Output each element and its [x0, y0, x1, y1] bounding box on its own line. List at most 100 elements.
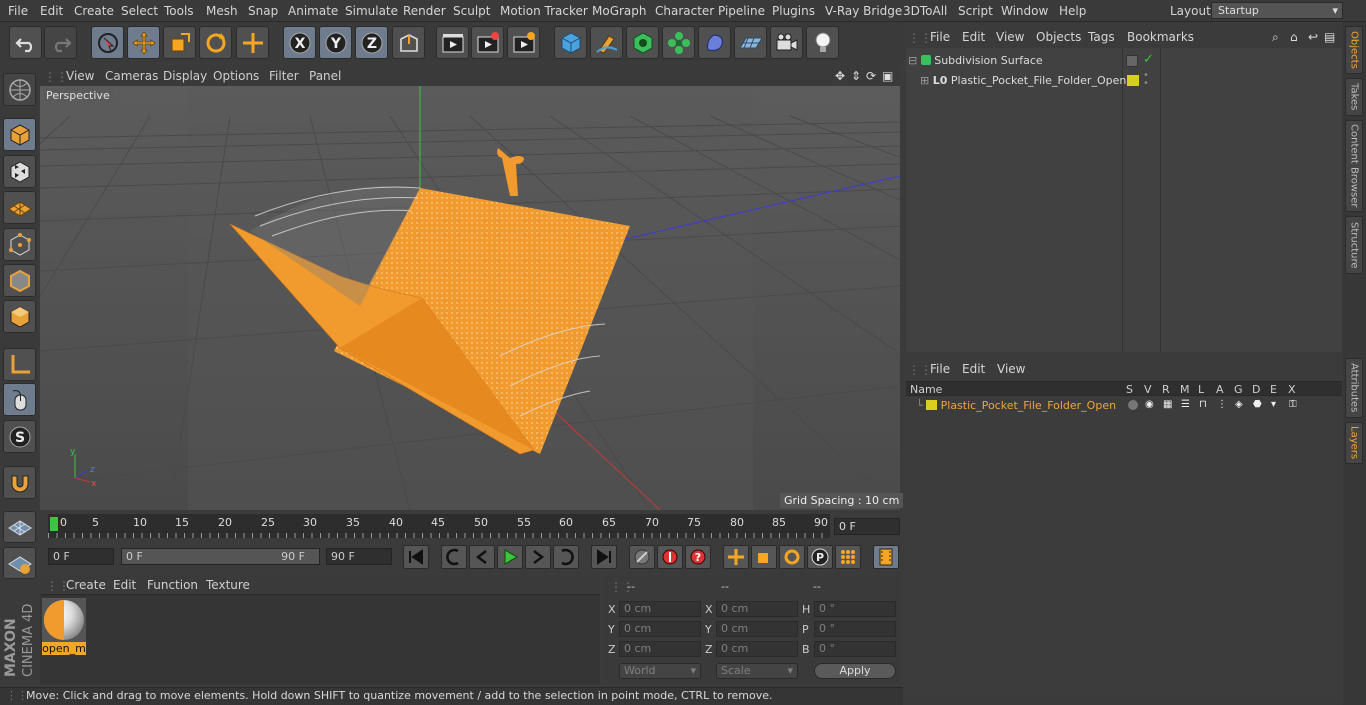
menu-file[interactable]: File — [8, 4, 28, 18]
next-frame-button[interactable] — [525, 545, 551, 569]
light-button[interactable] — [806, 26, 839, 59]
position-y-field[interactable]: 0 cm — [619, 621, 701, 637]
object-menu-file[interactable]: File — [930, 30, 950, 44]
polygons-mode-button[interactable] — [3, 300, 36, 333]
viewport-zoom-icon[interactable]: ⇕ — [851, 69, 861, 83]
x-axis-button[interactable]: X — [283, 26, 316, 59]
workplane-lock-button[interactable] — [3, 547, 36, 579]
layer-row[interactable]: └ Plastic_Pocket_File_Folder_Open — [916, 399, 1116, 413]
axis-mode-button[interactable] — [3, 348, 36, 381]
render-settings-button[interactable] — [507, 26, 540, 59]
key-position-button[interactable] — [723, 545, 749, 569]
key-pla-button[interactable] — [835, 545, 861, 569]
viewport-move-icon[interactable]: ✥ — [835, 69, 845, 83]
viewport-maximize-icon[interactable]: ▣ — [882, 69, 893, 83]
previous-key-button[interactable] — [441, 545, 467, 569]
viewport-menu-display[interactable]: Display — [163, 69, 207, 83]
tab-takes[interactable]: Takes — [1345, 78, 1363, 116]
object-menu-objects[interactable]: Objects — [1036, 30, 1081, 44]
make-editable-button[interactable] — [3, 73, 36, 106]
layer-col-expressions[interactable]: E — [1270, 383, 1277, 396]
solo-button[interactable]: S — [3, 420, 36, 453]
undo-button[interactable] — [9, 26, 42, 59]
tree-expand-icon[interactable]: ⊟ — [908, 54, 917, 67]
apply-button[interactable]: Apply — [814, 663, 896, 679]
tweak-button[interactable] — [3, 383, 36, 416]
layer-color-swatch[interactable] — [926, 400, 938, 410]
next-key-button[interactable] — [553, 545, 579, 569]
layer-col-render[interactable]: R — [1162, 383, 1170, 396]
go-to-end-button[interactable] — [591, 545, 617, 569]
cube-button[interactable] — [554, 26, 587, 59]
menu-vray-bridge[interactable]: V-Ray Bridge — [825, 4, 902, 18]
tree-expand-icon[interactable]: ⊞ — [920, 74, 929, 87]
menu-motion-tracker[interactable]: Motion Tracker — [500, 4, 588, 18]
autokey-button[interactable]: ? — [685, 545, 711, 569]
model-mode-button[interactable] — [3, 118, 36, 151]
live-select-button[interactable] — [91, 26, 124, 59]
viewport-menu-filter[interactable]: Filter — [269, 69, 299, 83]
key-scale-button[interactable] — [751, 545, 777, 569]
subdivision-button[interactable] — [626, 26, 659, 59]
viewport-menu-panel[interactable]: Panel — [309, 69, 341, 83]
pen-button[interactable] — [590, 26, 623, 59]
menu-render[interactable]: Render — [403, 4, 446, 18]
layer-col-xref[interactable]: X — [1288, 383, 1296, 396]
scale-select[interactable]: Scale ▾ — [716, 663, 798, 679]
menu-sculpt[interactable]: Sculpt — [453, 4, 490, 18]
object-row-subdivision[interactable]: ⊟ Subdivision Surface — [908, 54, 1124, 70]
size-x-field[interactable]: 0 cm — [716, 601, 798, 617]
points-mode-button[interactable] — [3, 228, 36, 261]
tab-layers[interactable]: Layers — [1345, 422, 1363, 464]
position-x-field[interactable]: 0 cm — [619, 601, 701, 617]
home-icon[interactable]: ⌂ — [1290, 30, 1298, 44]
generator-icon[interactable]: ◈ — [1235, 399, 1243, 410]
edges-mode-button[interactable] — [3, 264, 36, 297]
rotation-h-field[interactable]: 0 ° — [814, 601, 896, 617]
layout-select[interactable]: Startup ▾ — [1211, 2, 1343, 19]
texture-mode-button[interactable] — [3, 155, 36, 188]
layer-col-view[interactable]: V — [1144, 383, 1152, 396]
position-z-field[interactable]: 0 cm — [619, 641, 701, 657]
start-frame-field[interactable]: 0 F — [48, 548, 114, 565]
menu-animate[interactable]: Animate — [288, 4, 338, 18]
menu-window[interactable]: Window — [1001, 4, 1048, 18]
menu-select[interactable]: Select — [121, 4, 158, 18]
eye-icon[interactable]: ◉ — [1145, 399, 1154, 410]
object-menu-edit[interactable]: Edit — [962, 30, 985, 44]
current-frame-field[interactable]: 0 F — [834, 518, 900, 535]
layer-col-deformers[interactable]: D — [1252, 383, 1260, 396]
size-y-field[interactable]: 0 cm — [716, 621, 798, 637]
menu-mesh[interactable]: Mesh — [206, 4, 238, 18]
scale-button[interactable] — [163, 26, 196, 59]
viewport-menu-options[interactable]: Options — [213, 69, 259, 83]
play-button[interactable] — [497, 545, 523, 569]
material-menu-create[interactable]: Create — [66, 578, 106, 592]
viewport-menu-view[interactable]: View — [66, 69, 94, 83]
grid-snap-button[interactable] — [3, 511, 36, 543]
layer-menu-edit[interactable]: Edit — [962, 362, 985, 376]
record-disabled-button[interactable] — [629, 545, 655, 569]
world-select[interactable]: World ▾ — [619, 663, 701, 679]
viewport-rotate-icon[interactable]: ⟳ — [866, 69, 876, 83]
rotate-button[interactable] — [199, 26, 232, 59]
move-button[interactable] — [127, 26, 160, 59]
layer-col-animation[interactable]: A — [1216, 383, 1224, 396]
cloner-button[interactable] — [662, 26, 695, 59]
y-axis-button[interactable]: Y — [319, 26, 352, 59]
rotation-b-field[interactable]: 0 ° — [814, 641, 896, 657]
tab-objects[interactable]: Objects — [1345, 26, 1363, 74]
floor-button[interactable] — [734, 26, 767, 59]
manager-icon[interactable]: ☰ — [1181, 399, 1190, 410]
object-menu-bookmarks[interactable]: Bookmarks — [1127, 30, 1194, 44]
object-menu-view[interactable]: View — [996, 30, 1024, 44]
rotation-p-field[interactable]: 0 ° — [814, 621, 896, 637]
window-menu-icon[interactable]: ▤ — [1324, 30, 1335, 44]
tab-attributes[interactable]: Attributes — [1345, 358, 1363, 418]
key-parameter-button[interactable]: P — [807, 545, 833, 569]
menu-mograph[interactable]: MoGraph — [592, 4, 647, 18]
visibility-dots-icon[interactable]: • • — [1143, 71, 1149, 89]
layer-col-generators[interactable]: G — [1234, 383, 1243, 396]
object-row-folder[interactable]: ⊞ L0 Plastic_Pocket_File_Folder_Open — [920, 74, 1126, 90]
material-menu-edit[interactable]: Edit — [113, 578, 136, 592]
